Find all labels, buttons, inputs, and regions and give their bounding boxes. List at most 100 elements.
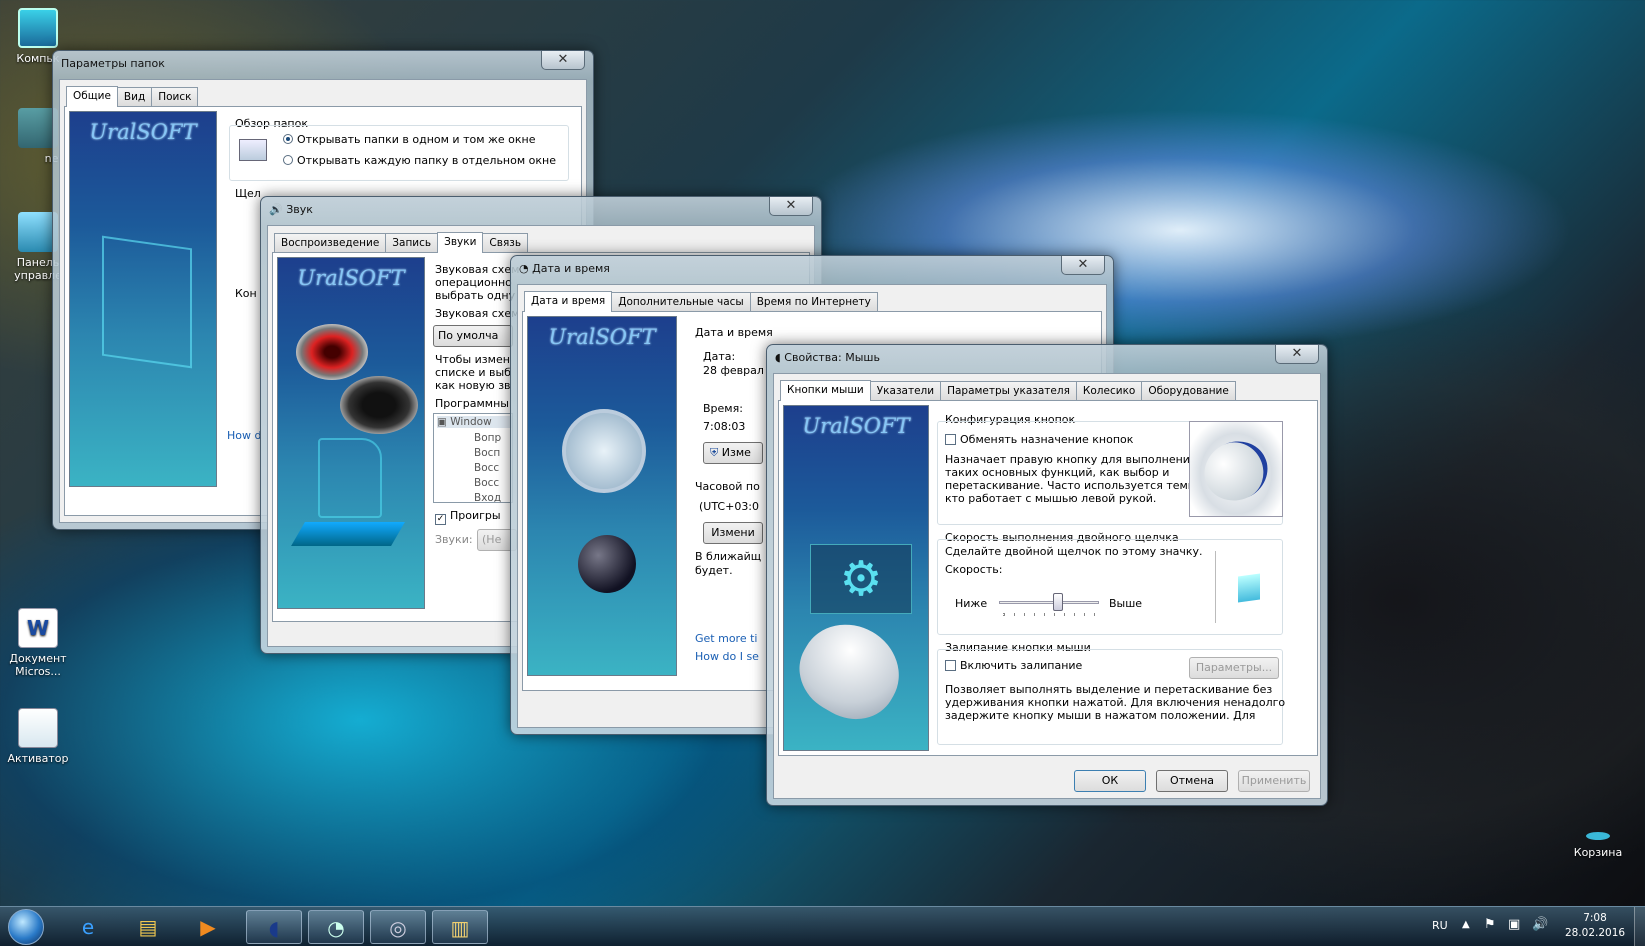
scheme-dropdown[interactable]: По умолча [433,325,513,347]
mouse-title-icon: ◖ [775,351,785,364]
tab-additional-clocks[interactable]: Дополнительные часы [611,292,751,311]
taskbar-ie-icon[interactable]: e [60,910,116,944]
tab-hardware[interactable]: Оборудование [1141,381,1236,400]
uralsoft-banner: UralSOFT [69,111,217,487]
tab-sounds[interactable]: Звуки [437,232,484,253]
change-desc-line2: списке и выб [435,366,511,379]
desktop-icon-label: Документ Micros... [9,652,67,678]
tree-item[interactable]: Восп [474,447,500,459]
window-title: ◖ Свойства: Мышь [775,351,880,364]
folder-graphic-icon [102,235,192,369]
close-button[interactable]: ✕ [1061,256,1105,275]
scheme-desc-line1: Звуковая схем [435,263,520,276]
speed-label: Скорость: [945,563,1003,576]
desktop-icon-word-document[interactable]: W Документ Micros... [0,608,76,678]
swap-desc-line3: перетаскивание. Часто используется теми, [945,479,1199,492]
double-click-speed-slider[interactable] [999,591,1099,616]
volume-icon[interactable]: 🔊 [1532,917,1548,932]
desktop-icon-activator[interactable]: Активатор [0,708,76,765]
tab-wheel[interactable]: Колесико [1075,381,1143,400]
tree-item[interactable]: Вопр [474,432,501,444]
how-do-i-link[interactable]: How do I se [695,650,759,663]
play-startup-checkbox[interactable]: ✓ Проигры [435,509,501,525]
scheme-dropdown-value: По умолча [438,329,499,342]
mouse-properties-window[interactable]: ◖ Свойства: Мышь ✕ Кнопки мыши Указатели… [766,344,1328,806]
click-lock-checkbox[interactable]: Включить залипание [945,659,1082,672]
clock[interactable]: 7:08 28.02.2016 [1560,911,1630,941]
trackball-icon [578,535,636,593]
action-center-flag-icon[interactable]: ⚑ [1484,917,1496,932]
taskbar-mouse-window-button[interactable]: ◖ [246,910,302,944]
tab-pointers[interactable]: Указатели [869,381,942,400]
clock-date: 28.02.2016 [1564,927,1626,939]
uralsoft-banner: UralSOFT [527,316,677,676]
speed-slow-label: Ниже [955,597,988,610]
time-label: Время: [703,402,743,415]
taskbar-media-player-icon[interactable]: ▶ [180,910,236,944]
lock-desc-line1: Позволяет выполнять выделение и перетаск… [945,683,1273,696]
start-button[interactable] [8,909,44,945]
click-lock-settings-button[interactable]: Параметры... [1189,657,1279,679]
tree-item[interactable]: ▣ Window [437,416,512,428]
recycle-bin-icon [1586,832,1610,840]
tab-pointer-options[interactable]: Параметры указателя [940,381,1077,400]
taskbar-datetime-window-button[interactable]: ◔ [308,910,364,944]
tab-recording[interactable]: Запись [385,233,439,252]
desktop-icon-label: Активатор [7,752,69,765]
radio-same-window[interactable]: Открывать папки в одном и том же окне [283,133,536,146]
button-label: Измени [711,526,755,539]
scheme-desc-line2: операционно [435,276,512,289]
swap-buttons-checkbox[interactable]: Обменять назначение кнопок [945,433,1133,446]
cancel-button[interactable]: Отмена [1156,770,1228,792]
button-label: Отмена [1169,774,1215,787]
tab-internet-time[interactable]: Время по Интернету [749,292,878,311]
checkbox-label: Проигры [450,509,501,522]
tree-item[interactable]: Восс [474,462,499,474]
language-indicator[interactable]: RU [1432,919,1448,932]
change-desc-line1: Чтобы измен [435,353,510,366]
desktop-icon-recycle-bin[interactable]: Корзина [1560,832,1636,859]
checkbox-unchecked [945,434,956,445]
tab-date-time[interactable]: Дата и время [524,291,613,312]
tab-general[interactable]: Общие [66,86,118,107]
tab-panel: UralSOFT ⚙ Конфигурация кнопок Обменять … [778,400,1318,756]
button-label: ОК [1101,774,1119,787]
ok-button[interactable]: ОК [1074,770,1146,792]
program-events-tree[interactable]: ▣ Window Вопр Восп Восс Восс Вход [433,413,513,503]
uralsoft-logo: UralSOFT [89,120,197,144]
change-timezone-button[interactable]: Измени [703,522,763,544]
click-group-label: Щел [235,187,261,200]
change-datetime-button[interactable]: ⛨ Изме [703,442,763,464]
tree-item[interactable]: Восс [474,477,499,489]
uralsoft-logo: UralSOFT [548,325,656,349]
tab-buttons[interactable]: Кнопки мыши [780,380,871,401]
taskbar-folder-options-button[interactable]: ▥ [432,910,488,944]
tree-item[interactable]: Вход [474,492,501,502]
close-button[interactable]: ✕ [1275,345,1319,364]
tab-view[interactable]: Вид [116,87,153,106]
tab-communications[interactable]: Связь [482,233,529,252]
network-icon[interactable]: ▣ [1508,917,1520,932]
platform-graphic [291,522,405,546]
how-link[interactable]: How d [227,429,261,442]
get-more-link[interactable]: Get more ti [695,632,757,645]
shield-icon: ⛨ [710,446,722,459]
close-button[interactable]: ✕ [769,197,813,216]
tab-search[interactable]: Поиск [151,87,199,106]
test-folder-icon[interactable] [1215,551,1283,623]
show-hidden-icons-icon[interactable]: ▲ [1462,919,1470,930]
slider-thumb[interactable] [1053,593,1063,611]
radio-new-window[interactable]: Открывать каждую папку в отдельном окне [283,154,556,167]
tab-playback[interactable]: Воспроизведение [274,233,387,252]
show-desktop-button[interactable] [1634,907,1645,946]
uralsoft-banner: UralSOFT [277,257,425,609]
taskbar-explorer-icon[interactable]: ▤ [120,910,176,944]
slider-track [999,601,1099,604]
scheme-label: Звуковая схем [435,307,520,320]
button-label: Параметры... [1195,661,1273,674]
close-button[interactable]: ✕ [541,51,585,70]
apply-button[interactable]: Применить [1238,770,1310,792]
change-desc-line3: как новую зв [435,379,511,392]
black-speaker-icon [340,376,418,434]
taskbar-sound-window-button[interactable]: ◎ [370,910,426,944]
